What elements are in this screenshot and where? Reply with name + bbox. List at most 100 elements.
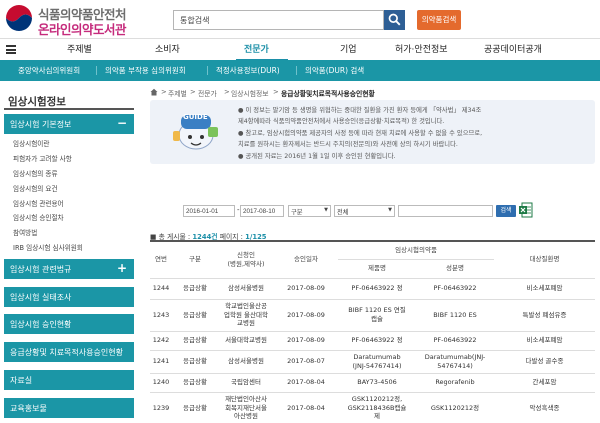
col-header-type[interactable]: 구분 bbox=[172, 241, 218, 279]
sidebar-section-emergency-approval[interactable]: 응급상황및 치료목적사용승인현황 bbox=[4, 342, 134, 362]
sidebar-subitem[interactable]: 임상시험이란 bbox=[13, 138, 49, 148]
sidebar-title-divider bbox=[4, 108, 134, 110]
collapse-icon[interactable]: − bbox=[117, 116, 127, 130]
cell-org: 국립암센터 bbox=[218, 373, 274, 393]
breadcrumb-separator: > bbox=[273, 88, 279, 96]
sidebar-section-regulations[interactable]: 임상시험 관련법규 + bbox=[4, 259, 134, 279]
sidebar-title: 임상시험정보 bbox=[8, 96, 66, 108]
gnb-item-subject[interactable]: 주제별 bbox=[67, 42, 92, 55]
sidebar-subitem[interactable]: 임상시험의 종류 bbox=[13, 168, 58, 178]
cell-disease: 악성흑색종 bbox=[494, 392, 595, 423]
cell-type: 응급상황 bbox=[172, 299, 218, 332]
logo-title-library[interactable]: 온라인의약도서관 bbox=[38, 19, 127, 38]
chevron-down-icon: ▼ bbox=[324, 207, 328, 213]
sidebar-subitem[interactable]: 임상시험 관련용어 bbox=[13, 198, 64, 208]
gnb-item-consumer[interactable]: 소비자 bbox=[155, 42, 180, 55]
global-search-button[interactable] bbox=[384, 10, 405, 30]
breadcrumb-item[interactable]: 주제별 bbox=[168, 88, 187, 98]
cell-ingredient: Regorafenib bbox=[416, 373, 494, 393]
col-header-approval-date[interactable]: 승인일자 bbox=[274, 241, 338, 279]
table-row[interactable]: 1241 응급상황 삼성서울병원 2017-08-07 Daratumumab (JNJ… bbox=[150, 350, 595, 374]
breadcrumb-item[interactable]: 전문가 bbox=[198, 88, 217, 98]
cell-no: 1244 bbox=[150, 278, 172, 300]
table-row[interactable]: 1242 응급상황 서울대학교병원 2017-08-09 PF-06463922 정 PF… bbox=[150, 331, 595, 351]
cell-no: 1242 bbox=[150, 331, 172, 351]
scope-select-value: 전체 bbox=[337, 209, 349, 216]
category-select[interactable]: 구분 ▼ bbox=[288, 205, 331, 217]
sidebar-section-clinical-basics[interactable]: 임상시험 기본정보 − bbox=[4, 114, 134, 134]
col-header-applicant[interactable]: 신청인 (병원,제약사) bbox=[218, 241, 274, 279]
cell-date: 2017-08-07 bbox=[274, 350, 338, 374]
sidebar-section-inspection[interactable]: 임상시험 실태조사 bbox=[4, 287, 134, 307]
notice-line: ● 공개된 자료는 2016년 1월 1일 이후 승인된 현황입니다. bbox=[238, 153, 396, 160]
cell-type: 응급상황 bbox=[172, 392, 218, 423]
cell-date: 2017-08-09 bbox=[274, 331, 338, 351]
subnav-item-adverse-reaction-committee[interactable]: 의약품 부작용 심의위원회 bbox=[105, 65, 186, 76]
subnav-item-dur-search[interactable]: 의약품(DUR) 검색 bbox=[305, 65, 364, 76]
filter-search-button[interactable]: 검색 bbox=[496, 205, 516, 217]
subnav-item-central-pharmacy-committee[interactable]: 중앙약사심의위원회 bbox=[18, 65, 80, 76]
drug-search-button[interactable]: 의약품검색 bbox=[417, 10, 461, 30]
subnav-item-dur-info[interactable]: 적정사용정보(DUR) bbox=[216, 65, 280, 76]
sidebar-subitem[interactable]: 임상시험 승인절차 bbox=[13, 212, 64, 222]
cell-product: BAY73-4506 bbox=[338, 373, 416, 393]
notice-line: 치료를 원하시는 환자께서는 반드시 주치의(전문의)와 사전에 상의 하시기 … bbox=[238, 141, 458, 148]
category-select-value: 구분 bbox=[291, 209, 303, 216]
government-logo-icon[interactable] bbox=[4, 3, 34, 33]
cell-type: 응급상황 bbox=[172, 278, 218, 300]
subnav-divider bbox=[207, 66, 208, 75]
gnb-item-expert[interactable]: 전문가 bbox=[244, 42, 269, 55]
gnb-item-public-data[interactable]: 공공데이터공개 bbox=[484, 42, 542, 55]
cell-product: GSK1120212정, GSK2118436B캡슐 제 bbox=[338, 392, 416, 423]
expand-icon[interactable]: + bbox=[117, 261, 127, 275]
cell-disease: 비소세포폐암 bbox=[494, 278, 595, 300]
breadcrumb-item[interactable]: 임상시험정보 bbox=[231, 88, 269, 98]
sidebar-section-library[interactable]: 자료실 bbox=[4, 370, 134, 390]
table-row[interactable]: 1244 응급상황 삼성서울병원 2017-08-09 PF-06463922 정 PF-… bbox=[150, 278, 595, 300]
col-header-disease[interactable]: 대상질환명 bbox=[494, 241, 595, 279]
breadcrumb-separator: > bbox=[224, 88, 230, 96]
cell-date: 2017-08-09 bbox=[274, 278, 338, 300]
guide-badge-label: GUIDE bbox=[183, 113, 208, 121]
sidebar-section-approval-status[interactable]: 임상시험 승인현황 bbox=[4, 314, 134, 334]
gnb-item-license-safety[interactable]: 허가·안전정보 bbox=[395, 42, 448, 55]
col-header-ingredient[interactable]: 성분명 bbox=[416, 259, 494, 279]
sidebar-section-promotion[interactable]: 교육홍보물 bbox=[4, 398, 134, 418]
cell-product: Daratumumab (JNJ-54767414) bbox=[338, 350, 416, 374]
keyword-input[interactable] bbox=[398, 205, 493, 217]
table-row[interactable]: 1239 응급상황 재단법인아산사 회복지재단서울 아산병원 2017-08-04 GS… bbox=[150, 392, 595, 423]
notice-line: ● 이 정보는 말기암 등 생명을 위협하는 중대한 질환을 가진 환자 등에게… bbox=[238, 107, 482, 114]
cell-org: 삼성서울병원 bbox=[218, 350, 274, 374]
gnb-item-company[interactable]: 기업 bbox=[340, 42, 357, 55]
sidebar-section-label: 응급상황및 치료목적사용승인현황 bbox=[10, 348, 123, 357]
global-search-input[interactable] bbox=[173, 10, 384, 30]
sidebar-section-label: 임상시험 기본정보 bbox=[10, 120, 72, 129]
col-header-product[interactable]: 제품명 bbox=[338, 259, 416, 279]
sub-navigation: 중앙약사심의위원회 의약품 부작용 심의위원회 적정사용정보(DUR) 의약품(… bbox=[0, 60, 600, 81]
cell-disease: 다발성 골수종 bbox=[494, 350, 595, 374]
home-icon[interactable] bbox=[150, 88, 158, 96]
table-row[interactable]: 1243 응급상황 학교법인울산공 업학원 울산대학 교병원 2017-08-09 BI… bbox=[150, 299, 595, 332]
col-header-drug-group: 임상시험의약품 bbox=[338, 241, 494, 260]
cell-disease: 비소세포폐암 bbox=[494, 331, 595, 351]
excel-download-icon[interactable] bbox=[519, 202, 533, 218]
table-row[interactable]: 1240 응급상황 국립암센터 2017-08-04 BAY73-4506 Regoraf… bbox=[150, 373, 595, 393]
cell-org: 삼성서울병원 bbox=[218, 278, 274, 300]
hamburger-menu-icon[interactable] bbox=[6, 45, 16, 54]
date-from-input[interactable] bbox=[183, 205, 235, 217]
sidebar-subitem[interactable]: 참여방법 bbox=[13, 227, 37, 237]
col-header-no[interactable]: 연번 bbox=[150, 241, 172, 279]
date-to-input[interactable] bbox=[240, 205, 284, 217]
cell-ingredient: Daratumumab(JNJ- 54767414) bbox=[416, 350, 494, 374]
cell-org: 서울대학교병원 bbox=[218, 331, 274, 351]
scope-select[interactable]: 전체 ▼ bbox=[334, 205, 395, 217]
sidebar-subitem[interactable]: 임상시험의 요건 bbox=[13, 183, 58, 193]
cell-date: 2017-08-04 bbox=[274, 373, 338, 393]
sidebar-subitem[interactable]: 피험자가 고려할 사항 bbox=[13, 153, 72, 163]
subnav-divider bbox=[296, 66, 297, 75]
cell-org: 재단법인아산사 회복지재단서울 아산병원 bbox=[218, 392, 274, 423]
cell-type: 응급상황 bbox=[172, 373, 218, 393]
breadcrumb-separator: > bbox=[190, 88, 196, 96]
cell-type: 응급상황 bbox=[172, 350, 218, 374]
sidebar-subitem[interactable]: IRB 임상시험 심사위원회 bbox=[13, 242, 83, 252]
